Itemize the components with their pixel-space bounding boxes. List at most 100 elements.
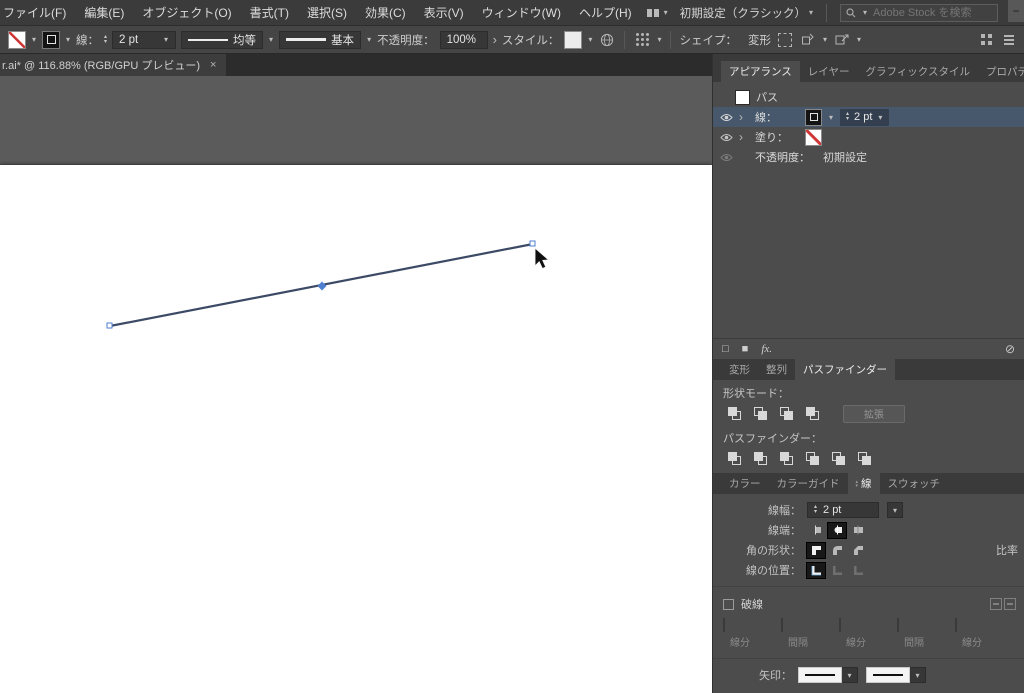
appearance-fill-row[interactable]: › 塗り： bbox=[713, 127, 1024, 147]
pathfinder-minus-back-button[interactable] bbox=[853, 450, 875, 467]
chevron-down-icon[interactable]: ▾ bbox=[828, 113, 834, 122]
fill-none-swatch[interactable] bbox=[805, 128, 822, 146]
pathfinder-merge-button[interactable] bbox=[775, 450, 797, 467]
tab-stroke[interactable]: ▴ ▾ 線 bbox=[847, 473, 880, 494]
canvas[interactable] bbox=[0, 76, 712, 693]
variable-width-profile-select[interactable]: 均等 bbox=[181, 30, 264, 49]
fill-none-swatch[interactable] bbox=[8, 30, 26, 49]
menu-item-effect[interactable]: 効果(C) bbox=[356, 4, 415, 21]
dashed-line-checkbox[interactable] bbox=[723, 598, 734, 610]
menu-item-help[interactable]: ヘルプ(H) bbox=[570, 4, 641, 21]
eye-icon[interactable] bbox=[719, 113, 733, 122]
workspace-switcher-icon[interactable]: ▾ bbox=[646, 8, 668, 17]
appearance-opacity-row[interactable]: 不透明度： 初期設定 bbox=[713, 147, 1024, 167]
tab-transform[interactable]: 変形 bbox=[721, 359, 758, 380]
menu-item-window[interactable]: ウィンドウ(W) bbox=[473, 4, 570, 21]
shape-mode-intersect-button[interactable] bbox=[775, 405, 797, 422]
stepper-icon[interactable]: ▴ ▾ bbox=[814, 504, 817, 515]
chevron-down-icon[interactable]: ▾ bbox=[366, 35, 372, 44]
dash-field-3[interactable] bbox=[955, 618, 957, 632]
corner-round-button[interactable] bbox=[828, 543, 846, 558]
stroke-width-field[interactable]: ▴ ▾ 2 pt bbox=[807, 502, 879, 518]
chevron-down-icon[interactable]: ▾ bbox=[822, 35, 828, 44]
arrowhead-end-select[interactable]: ▾ bbox=[866, 667, 926, 683]
tab-properties[interactable]: プロパティ bbox=[978, 61, 1024, 82]
dash-field-1[interactable] bbox=[723, 618, 725, 632]
tab-appearance[interactable]: アピアランス bbox=[721, 61, 800, 82]
cap-projecting-button[interactable] bbox=[849, 523, 867, 538]
chevron-down-icon[interactable]: ▾ bbox=[656, 35, 662, 44]
corner-miter-button[interactable] bbox=[807, 542, 825, 558]
opacity-row-value[interactable]: 初期設定 bbox=[823, 149, 867, 165]
opacity-field[interactable]: 100% bbox=[439, 30, 488, 49]
pathfinder-crop-button[interactable] bbox=[801, 450, 823, 467]
stroke-color-swatch[interactable] bbox=[805, 108, 822, 126]
arrowhead-start-select[interactable]: ▾ bbox=[798, 667, 858, 683]
close-icon[interactable]: × bbox=[210, 59, 216, 71]
app-grid-icon[interactable] bbox=[981, 34, 992, 45]
shape-mode-exclude-button[interactable] bbox=[801, 405, 823, 422]
panel-list-icon[interactable] bbox=[1004, 34, 1014, 45]
gap-field-1[interactable] bbox=[781, 618, 783, 632]
grid-dots-icon[interactable] bbox=[633, 31, 651, 49]
bounding-box-icon[interactable] bbox=[776, 31, 794, 49]
menu-item-edit[interactable]: 編集(E) bbox=[75, 4, 133, 21]
transform-again-icon[interactable] bbox=[799, 31, 817, 49]
brush-definition-select[interactable]: 基本 bbox=[279, 30, 362, 49]
stroke-color-swatch[interactable] bbox=[42, 30, 61, 49]
menu-item-object[interactable]: オブジェクト(O) bbox=[133, 4, 240, 21]
search-input[interactable] bbox=[871, 5, 992, 20]
dash-align-icons[interactable] bbox=[990, 598, 1016, 610]
chevron-down-icon[interactable]: ▾ bbox=[877, 113, 883, 122]
add-stroke-icon[interactable]: □ bbox=[722, 343, 729, 355]
workspace-selector[interactable]: 初期設定（クラシック） ▾ bbox=[680, 5, 813, 21]
tab-graphic-styles[interactable]: グラフィックスタイル bbox=[857, 61, 977, 82]
stroke-width-stepper[interactable]: ▴ ▾ bbox=[104, 34, 107, 45]
tab-align[interactable]: 整列 bbox=[758, 359, 795, 380]
anchor-point-start[interactable] bbox=[106, 322, 113, 329]
add-fill-icon[interactable]: ■ bbox=[742, 343, 749, 355]
stroke-width-field[interactable]: ▴ ▾ 2 pt ▾ bbox=[840, 108, 890, 126]
corner-bevel-button[interactable] bbox=[849, 543, 867, 558]
anchor-point-end[interactable] bbox=[529, 240, 536, 247]
menu-item-select[interactable]: 選択(S) bbox=[298, 4, 356, 21]
align-outside-button[interactable] bbox=[849, 563, 867, 578]
isolate-icon[interactable] bbox=[833, 31, 851, 49]
tab-layers[interactable]: レイヤー bbox=[800, 61, 858, 82]
appearance-object-row[interactable]: パス bbox=[713, 87, 1024, 107]
tab-color[interactable]: カラー bbox=[721, 473, 769, 494]
expand-chevron-icon[interactable]: › bbox=[739, 111, 749, 123]
center-point-marker[interactable] bbox=[317, 281, 327, 291]
graphic-style-swatch[interactable] bbox=[564, 30, 583, 49]
appearance-stroke-row[interactable]: › 線： ▾ ▴ ▾ 2 pt ▾ bbox=[713, 107, 1024, 127]
expand-chevron-icon[interactable]: › bbox=[739, 131, 749, 143]
align-inside-button[interactable] bbox=[828, 563, 846, 578]
transform-button[interactable]: 変形 bbox=[748, 32, 771, 48]
menu-item-view[interactable]: 表示(V) bbox=[415, 4, 473, 21]
chevron-down-icon[interactable]: ▾ bbox=[268, 35, 274, 44]
pathfinder-outline-button[interactable] bbox=[827, 450, 849, 467]
shape-mode-unite-button[interactable] bbox=[723, 405, 745, 422]
expand-button[interactable]: 拡張 bbox=[843, 404, 905, 423]
stroke-width-dropdown[interactable]: ▾ bbox=[887, 502, 903, 518]
tab-color-guide[interactable]: カラーガイド bbox=[769, 473, 848, 494]
chevron-down-icon[interactable]: ▾ bbox=[587, 35, 593, 44]
gap-field-2[interactable] bbox=[897, 618, 899, 632]
document-tab[interactable]: r.ai* @ 116.88% (RGB/GPU プレビュー) × bbox=[0, 54, 227, 76]
recolor-artwork-icon[interactable] bbox=[598, 31, 616, 49]
tab-swatches[interactable]: スウォッチ bbox=[880, 473, 949, 494]
pathfinder-divide-button[interactable] bbox=[723, 450, 745, 467]
chevron-right-icon[interactable]: › bbox=[493, 33, 497, 46]
minimize-button[interactable]: − bbox=[1008, 0, 1024, 22]
menu-item-type[interactable]: 書式(T) bbox=[241, 4, 298, 21]
tab-pathfinder[interactable]: パスファインダー bbox=[795, 359, 895, 380]
eye-icon[interactable] bbox=[719, 133, 733, 142]
pathfinder-trim-button[interactable] bbox=[749, 450, 771, 467]
cap-round-button[interactable] bbox=[828, 522, 846, 538]
chevron-down-icon[interactable]: ▾ bbox=[31, 35, 37, 44]
menu-item-file[interactable]: ファイル(F) bbox=[0, 4, 75, 21]
clear-appearance-icon[interactable]: ⊘ bbox=[1005, 342, 1015, 356]
dash-field-2[interactable] bbox=[839, 618, 841, 632]
adobe-stock-search[interactable]: ▾ bbox=[840, 3, 998, 22]
cap-butt-button[interactable] bbox=[807, 523, 825, 538]
